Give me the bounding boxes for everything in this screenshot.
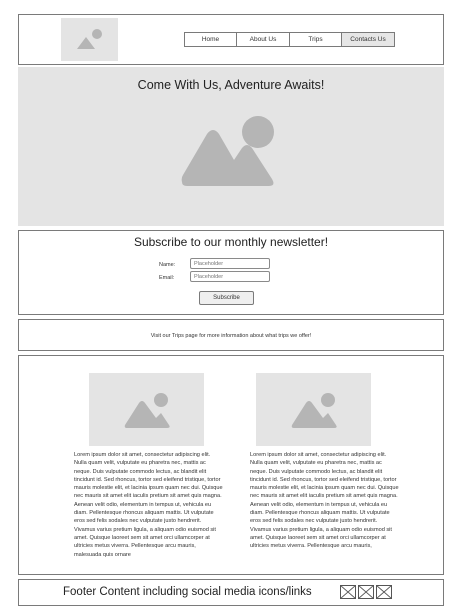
nav-trips[interactable]: Trips [289,32,342,47]
content-section: Lorem ipsum dolor sit amet, consectetur … [18,355,444,575]
site-header: Home About Us Trips Contacts Us [18,14,444,65]
image-icon [291,393,337,428]
nav-about-us[interactable]: About Us [236,32,290,47]
social-placeholder-icon [359,586,373,598]
email-label: Email: [159,275,175,281]
hero-image-placeholder [177,112,287,202]
main-nav: Home About Us Trips Contacts Us [184,32,395,47]
logo-image-placeholder[interactable] [61,18,118,61]
hero-title: Come With Us, Adventure Awaits! [137,78,325,92]
newsletter-section: Subscribe to our monthly newsletter! Nam… [18,230,444,315]
newsletter-title: Subscribe to our monthly newsletter! [133,235,329,249]
card-image-placeholder [256,373,371,446]
name-label: Name: [159,262,176,268]
nav-home[interactable]: Home [184,32,237,47]
nav-contacts-us[interactable]: Contacts Us [341,32,395,47]
social-placeholder-icon[interactable] [358,585,374,599]
hero-banner: Come With Us, Adventure Awaits! [18,67,444,226]
name-input[interactable] [190,258,270,269]
image-icon [181,116,274,186]
site-footer: Footer Content including social media ic… [18,579,444,606]
social-placeholder-icon [377,586,391,598]
footer-text: Footer Content including social media ic… [63,586,312,598]
image-icon [77,29,102,49]
card-text: Lorem ipsum dolor sit amet, consectetur … [74,452,223,558]
social-placeholder-icon[interactable] [340,585,356,599]
card-text: Lorem ipsum dolor sit amet, consectetur … [250,452,399,550]
card-image-placeholder [89,373,204,446]
subscribe-button[interactable]: Subscribe [199,291,254,305]
image-icon [124,393,170,428]
info-section: Visit our Trips page for more informatio… [18,319,444,351]
social-placeholder-icon[interactable] [376,585,392,599]
social-placeholder-icon [341,586,355,598]
email-input[interactable] [190,271,270,282]
info-text: Visit our Trips page for more informatio… [150,333,312,339]
